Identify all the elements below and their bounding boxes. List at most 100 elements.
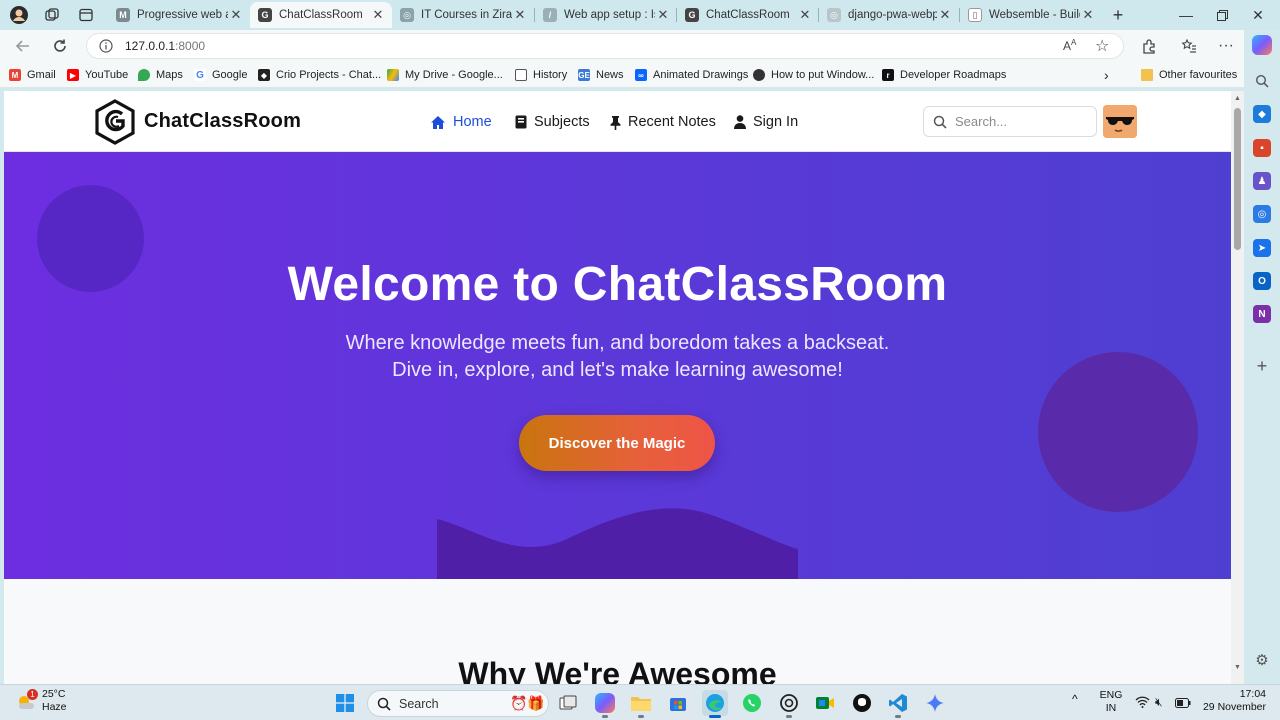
discover-the-magic-button[interactable]: Discover the Magic [519,415,715,471]
page-scrollbar[interactable]: ▲ ▼ [1231,91,1244,684]
scroll-up-arrow-icon[interactable]: ▲ [1233,94,1242,103]
google-icon: G [194,69,206,81]
wifi-icon[interactable] [1135,696,1150,711]
profile-avatar-icon[interactable] [7,4,31,26]
onenote-icon[interactable]: N [1253,305,1271,323]
nav-home[interactable]: Home [430,112,492,132]
new-tab-plus-icon[interactable]: + [1106,4,1130,26]
user-avatar[interactable] [1103,105,1137,138]
bookmark-developer-roadmaps[interactable]: r Developer Roadmaps [882,67,1006,83]
microsoft-store-icon[interactable] [665,690,691,716]
bookmark-maps[interactable]: Maps [138,67,183,83]
search-icon[interactable] [1253,72,1271,90]
tab-chatclassroom[interactable]: G ChatClassRoom ✕ [677,2,819,28]
favourite-star-icon[interactable]: ☆ [1095,36,1109,56]
site-info-icon[interactable] [99,39,113,56]
address-bar[interactable]: 127.0.0.1:8000 AA ☆ [86,33,1124,59]
vscode-icon[interactable] [885,690,911,718]
whatsapp-icon[interactable] [739,690,765,716]
windows-start-icon[interactable] [332,690,358,716]
favourites-icon[interactable] [1177,34,1201,58]
bookmark-other-favourites[interactable]: Other favourites [1141,67,1237,83]
chatclassroom-logo-icon[interactable] [93,99,137,145]
bookmark-history[interactable]: History [515,67,567,83]
bookmark-crio[interactable]: ◆ Crio Projects - Chat... [258,67,381,83]
decorative-wave [437,508,798,579]
close-icon[interactable]: ✕ [797,7,813,23]
github-icon[interactable] [849,690,875,716]
back-arrow-icon[interactable] [10,33,36,59]
file-explorer-icon[interactable] [628,690,654,718]
site-brand-name[interactable]: ChatClassRoom [144,110,301,133]
settings-gear-icon[interactable]: ⚙ [1253,651,1271,669]
roadmap-icon: r [882,69,894,81]
add-sidebar-app-plus-icon[interactable]: + [1253,356,1271,376]
extensions-icon[interactable] [1137,34,1161,58]
tab-websemble[interactable]: ▯ Websemble - Buildin ✕ [960,2,1102,28]
tab-web-app-setup[interactable]: / Web app setup : Isid ✕ [535,2,677,28]
task-view-icon[interactable] [555,690,581,716]
globe-icon: ◎ [400,8,414,22]
gemini-sparkle-icon[interactable] [922,690,948,716]
site-header: ChatClassRoom Home Subjects Recent Notes… [4,91,1231,152]
microsoft-365-icon[interactable]: ◎ [1253,205,1271,223]
tab-django-pwa[interactable]: ◎ django-pwa-webpus ✕ [819,2,959,28]
restore-icon[interactable] [1208,4,1236,26]
volume-muted-icon[interactable]: 🔇︎ [1155,695,1163,710]
edge-browser-icon[interactable] [702,690,728,718]
battery-icon[interactable] [1175,697,1191,711]
shopping-tag-icon[interactable]: ◆ [1253,105,1271,123]
close-icon[interactable]: ✕ [937,7,953,23]
close-icon[interactable]: ✕ [370,7,386,23]
taskbar-search[interactable]: Search ⏰🎁 [367,690,549,717]
nav-recent-notes[interactable]: Recent Notes [610,112,716,132]
tools-briefcase-icon[interactable]: ▪ [1253,139,1271,157]
copilot-icon[interactable] [1252,35,1272,55]
more-menu-icon[interactable]: ··· [1214,34,1238,58]
tray-overflow-chevron-icon[interactable]: ^ [1072,693,1078,706]
vertical-tabs-icon[interactable] [74,4,98,26]
bookmarks-overflow-chevron-icon[interactable]: › [1104,67,1109,83]
nav-sign-in[interactable]: Sign In [734,112,798,132]
meet-app-icon[interactable] [812,690,838,716]
site-search-box [923,106,1097,137]
games-icon[interactable]: ♟ [1253,172,1271,190]
search-input[interactable] [955,114,1085,129]
person-icon [753,69,765,81]
clock-date[interactable]: 29 November [1196,701,1266,714]
window-close-icon[interactable]: ✕ [1244,4,1272,26]
chatgpt-icon[interactable] [776,690,802,718]
read-aloud-icon[interactable]: AA [1063,38,1076,53]
tab-it-courses[interactable]: ◎ IT Courses in Zirakpu ✕ [392,2,534,28]
clock-time[interactable]: 17:04 [1200,688,1266,701]
bookmark-youtube[interactable]: ▶ YouTube [67,67,128,83]
weather-temp[interactable]: 25°C [42,688,65,701]
send-drop-icon[interactable]: ➤ [1253,239,1271,257]
bookmark-google[interactable]: G Google [194,67,247,83]
crio-icon: ◆ [258,69,270,81]
bookmark-drive[interactable]: My Drive - Google... [387,67,503,83]
browser-tab-strip: M Progressive web app ✕ G ChatClassRoom … [0,0,1280,30]
tab-progressive-web-app[interactable]: M Progressive web app ✕ [108,2,250,28]
weather-widget-icon[interactable]: 1 [16,689,38,712]
tab-chatclassroom-active[interactable]: G ChatClassRoom ✕ [250,2,392,28]
copilot-app-icon[interactable] [592,690,618,718]
bookmark-how-to-put-window[interactable]: How to put Window... [753,67,874,83]
outlook-icon[interactable]: O [1253,272,1271,290]
bookmark-news[interactable]: GE News [578,67,624,83]
nav-subjects[interactable]: Subjects [515,112,590,132]
scroll-down-arrow-icon[interactable]: ▼ [1233,663,1242,672]
bookmark-animated-drawings[interactable]: ∞ Animated Drawings [635,67,748,83]
workspaces-icon[interactable] [40,4,64,26]
close-icon[interactable]: ✕ [655,7,671,23]
language-indicator[interactable]: ENG IN [1098,689,1124,715]
refresh-icon[interactable] [47,33,73,59]
minimize-icon[interactable]: — [1172,4,1200,26]
close-icon[interactable]: ✕ [1080,7,1096,23]
bookmark-gmail[interactable]: M Gmail [9,67,56,83]
weather-condition[interactable]: Haze [42,701,67,714]
scrollbar-thumb[interactable] [1234,108,1241,250]
close-icon[interactable]: ✕ [512,7,528,23]
close-icon[interactable]: ✕ [228,7,244,23]
section-title: Why We're Awesome [458,656,777,684]
